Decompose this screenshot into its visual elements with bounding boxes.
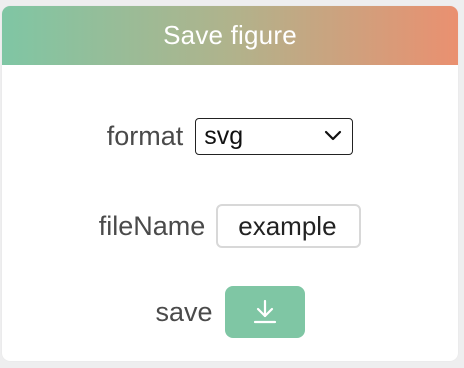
save-figure-dialog: Save figure format svg fileName example …	[2, 6, 458, 361]
filename-input-value: example	[238, 210, 337, 241]
format-row: format svg	[2, 115, 458, 157]
save-label: save	[155, 296, 213, 327]
dialog-header: Save figure	[2, 6, 458, 65]
filename-row: fileName example	[2, 202, 458, 250]
filename-input[interactable]: example	[216, 204, 362, 248]
format-label: format	[106, 120, 184, 151]
save-button[interactable]	[224, 286, 305, 338]
format-selected-value: svg	[204, 121, 244, 150]
filename-label: fileName	[98, 210, 206, 241]
chevron-down-icon	[325, 130, 342, 140]
download-icon	[253, 299, 276, 324]
format-select[interactable]: svg	[195, 117, 354, 155]
save-row: save	[2, 285, 458, 339]
dialog-title: Save figure	[163, 20, 297, 50]
